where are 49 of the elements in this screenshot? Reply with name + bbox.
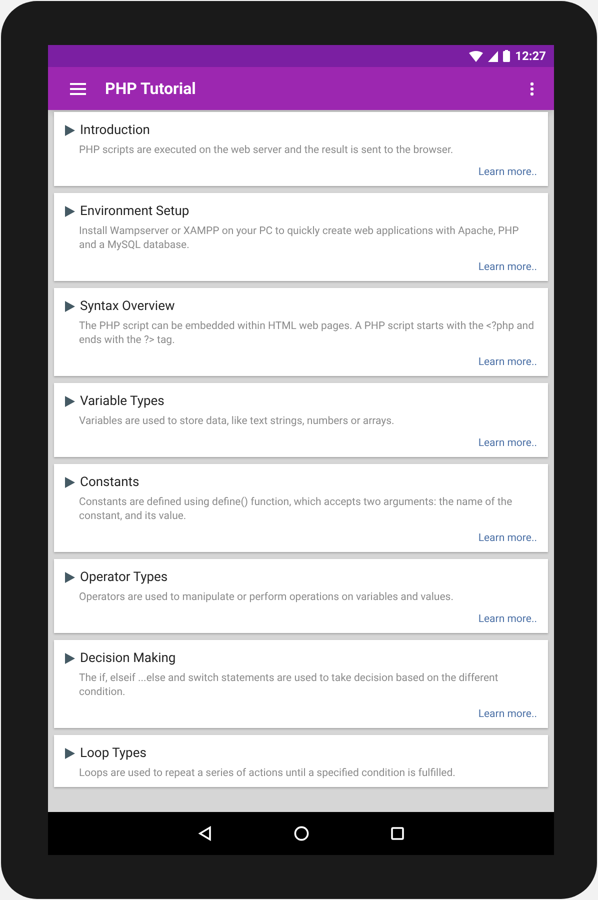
topic-title: Loop Types: [80, 745, 146, 762]
learn-more-link[interactable]: Learn more..: [478, 260, 537, 274]
topic-description: Loops are used to repeat a series of actions until a specified condition is fulfilled.: [79, 766, 456, 780]
topic-description: Install Wampserver or XAMPP on your PC to quickly create web applications with Apache, PHP and a MySQL database.: [79, 224, 520, 252]
topic-title: Operator Types: [80, 569, 168, 586]
topic-card[interactable]: Syntax Overview The PHP script can be embedded within HTML web pages. A PHP script starts with the <?php and ends with the ?> tag. Learn more..: [54, 288, 548, 376]
clock-time: 12:27: [515, 48, 546, 65]
topic-card[interactable]: Loop Types Loops are used to repeat a series of actions until a specified condition is fulfilled.: [54, 735, 548, 787]
topic-title: Environment Setup: [80, 203, 190, 220]
topic-card[interactable]: Constants Constants are defined using define() function, which accepts two arguments: the name of the constant, and its value. Learn more..: [54, 464, 548, 552]
learn-more-link[interactable]: Learn more..: [478, 612, 537, 626]
topic-description: The if, elseif ...else and switch statements are used to take decision based on the different condition.: [79, 671, 500, 699]
expand-triangle-icon[interactable]: [65, 748, 75, 759]
learn-more-link[interactable]: Learn more..: [478, 707, 537, 721]
topic-description: Variables are used to store data, like text strings, numbers or arrays.: [79, 414, 396, 428]
expand-triangle-icon[interactable]: [65, 572, 75, 583]
signal-icon: [488, 50, 498, 62]
expand-triangle-icon[interactable]: [65, 301, 75, 312]
expand-triangle-icon[interactable]: [65, 206, 75, 217]
learn-more-link[interactable]: Learn more..: [478, 436, 537, 450]
topic-title: Variable Types: [80, 393, 164, 410]
wifi-icon: [469, 50, 484, 62]
topic-card[interactable]: Environment Setup Install Wampserver or XAMPP on your PC to quickly create web applications with Apache, PHP and a MySQL database. Learn more..: [54, 193, 548, 281]
topic-card[interactable]: Variable Types Variables are used to store data, like text strings, numbers or arrays. Learn more..: [54, 383, 548, 457]
recent-apps-icon[interactable]: [391, 827, 404, 840]
learn-more-link[interactable]: Learn more..: [478, 355, 537, 369]
topic-card[interactable]: Introduction PHP scripts are executed on the web server and the result is sent to the browser. Learn more..: [54, 112, 548, 186]
topic-title: Decision Making: [80, 650, 176, 667]
topic-title: Syntax Overview: [80, 298, 175, 315]
menu-icon[interactable]: [70, 82, 86, 94]
app-title: PHP Tutorial: [105, 78, 196, 100]
topic-title: Introduction: [80, 122, 150, 139]
topic-title: Constants: [80, 474, 140, 491]
home-icon[interactable]: [294, 826, 309, 841]
expand-triangle-icon[interactable]: [65, 125, 75, 136]
expand-triangle-icon[interactable]: [65, 653, 75, 664]
battery-icon: [503, 50, 510, 62]
more-options-icon[interactable]: [530, 82, 534, 96]
learn-more-link[interactable]: Learn more..: [478, 165, 537, 179]
back-icon[interactable]: [198, 826, 212, 841]
topic-description: PHP scripts are executed on the web server and the result is sent to the browser.: [79, 143, 454, 157]
topic-card[interactable]: Operator Types Operators are used to manipulate or perform operations on variables and values. Learn more..: [54, 559, 548, 633]
topic-description: Constants are defined using define() function, which accepts two arguments: the name of the constant, and its value.: [79, 495, 514, 523]
topic-card[interactable]: Decision Making The if, elseif ...else and switch statements are used to take decision based on the different condition. Learn more..: [54, 640, 548, 728]
expand-triangle-icon[interactable]: [65, 396, 75, 407]
learn-more-link[interactable]: Learn more..: [478, 531, 537, 545]
expand-triangle-icon[interactable]: [65, 477, 75, 488]
topic-description: Operators are used to manipulate or perform operations on variables and values.: [79, 590, 454, 604]
topic-description: The PHP script can be embedded within HTML web pages. A PHP script starts with the <?php and ends with the ?> tag.: [79, 319, 536, 347]
